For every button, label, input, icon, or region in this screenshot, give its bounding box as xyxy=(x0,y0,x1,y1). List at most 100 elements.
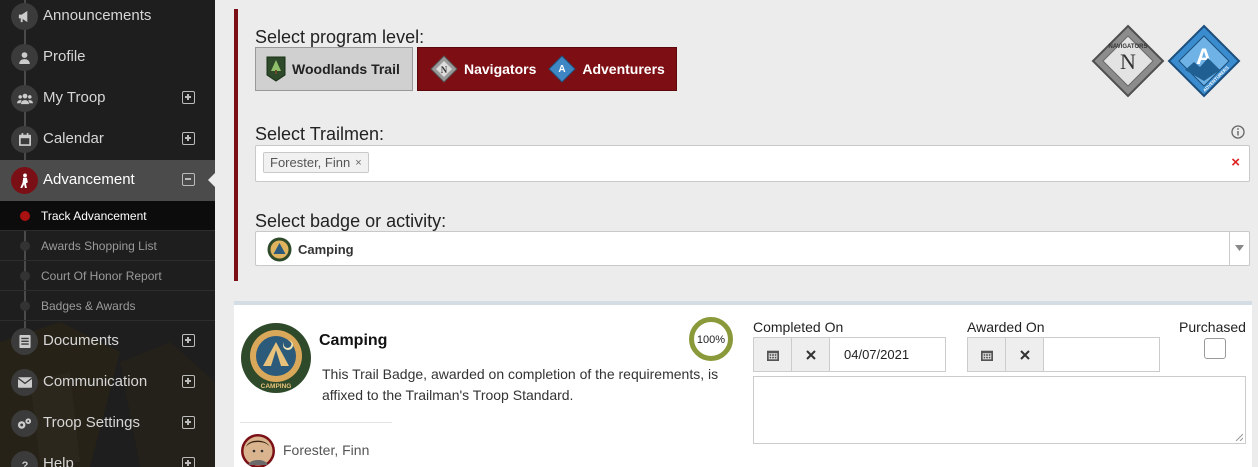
close-icon xyxy=(1019,349,1030,360)
sidebar-item-troop-settings[interactable]: Troop Settings xyxy=(0,403,215,444)
clear-date-button[interactable] xyxy=(792,338,830,371)
svg-text:A: A xyxy=(559,64,566,75)
expand-icon[interactable] xyxy=(182,457,195,467)
awarded-on-label: Awarded On xyxy=(967,319,1045,335)
sidebar-item-label: Calendar xyxy=(43,130,104,147)
resize-handle-icon[interactable] xyxy=(1235,433,1243,441)
remove-tag-icon[interactable]: × xyxy=(355,157,361,169)
badge-select-value: Camping xyxy=(298,242,354,257)
camping-badge-emblem: CAMPING xyxy=(241,323,311,393)
camping-badge-icon xyxy=(267,237,292,262)
completed-on-field: 04/07/2021 xyxy=(753,337,946,372)
expand-icon[interactable] xyxy=(182,334,195,347)
sidebar-item-documents[interactable]: Documents xyxy=(0,321,215,362)
navigators-logo-text: NAVIGATORS xyxy=(1108,44,1147,50)
bullet-icon xyxy=(20,271,30,281)
badge-select-dropdown[interactable]: Camping xyxy=(255,231,1250,266)
purchased-label: Purchased xyxy=(1179,319,1246,335)
sidebar-item-profile[interactable]: Profile xyxy=(0,37,215,78)
adventurers-button[interactable]: A Adventurers xyxy=(548,55,665,83)
progress-ring: 100% xyxy=(689,317,733,361)
woodlands-badge-icon xyxy=(266,56,286,82)
woodlands-trail-label: Woodlands Trail xyxy=(292,61,400,77)
badge-card: CAMPING Camping 100% This Trail Badge, a… xyxy=(234,301,1252,467)
navigators-label: Navigators xyxy=(464,61,537,77)
calendar-icon xyxy=(980,350,993,361)
sidebar-subitem-track-advancement[interactable]: Track Advancement xyxy=(0,201,215,231)
calendar-icon xyxy=(11,126,38,153)
calendar-button[interactable] xyxy=(754,338,792,371)
sidebar-subitem-label: Track Advancement xyxy=(41,209,147,223)
navigators-adventurers-button-group: N Navigators A Adventurers xyxy=(417,47,677,91)
expand-icon[interactable] xyxy=(182,132,195,145)
group-icon xyxy=(11,85,38,112)
sidebar-item-calendar[interactable]: Calendar xyxy=(0,119,215,160)
navigators-button[interactable]: N Navigators xyxy=(430,55,536,83)
svg-text:?: ? xyxy=(21,460,28,467)
sidebar-item-label: My Troop xyxy=(43,89,106,106)
sidebar-item-help[interactable]: ? Help xyxy=(0,444,215,467)
trailmen-multiselect[interactable]: Forester, Finn × × xyxy=(255,145,1250,182)
collapse-icon[interactable] xyxy=(182,173,195,186)
sidebar-item-label: Announcements xyxy=(43,7,152,24)
question-icon: ? xyxy=(11,451,38,467)
trailman-tag: Forester, Finn × xyxy=(263,152,369,173)
purchased-checkbox[interactable] xyxy=(1204,338,1226,359)
calendar-icon xyxy=(766,350,779,361)
bullet-icon xyxy=(20,211,30,221)
sidebar-item-communication[interactable]: Communication xyxy=(0,362,215,403)
sidebar-item-label: Troop Settings xyxy=(43,414,140,431)
completed-on-input[interactable]: 04/07/2021 xyxy=(844,347,909,362)
trailman-tag-label: Forester, Finn xyxy=(270,155,351,170)
sidebar-item-announcements[interactable]: Announcements xyxy=(0,0,215,37)
notes-textarea[interactable] xyxy=(753,376,1246,444)
navigators-logo-letter: N xyxy=(1120,49,1136,74)
gears-icon xyxy=(11,410,38,437)
expand-icon[interactable] xyxy=(182,375,195,388)
sidebar-item-label: Help xyxy=(43,455,74,467)
expand-icon[interactable] xyxy=(182,91,195,104)
adventurers-label: Adventurers xyxy=(582,61,665,77)
program-level-label: Select program level: xyxy=(255,27,425,47)
sidebar-subitem-awards-shopping-list[interactable]: Awards Shopping List xyxy=(0,231,215,261)
svg-text:N: N xyxy=(441,65,448,75)
sidebar-item-my-troop[interactable]: My Troop xyxy=(0,78,215,119)
trailmen-label: Select Trailmen: xyxy=(255,124,385,144)
emblem-text: CAMPING xyxy=(261,383,292,390)
sidebar-item-label: Documents xyxy=(43,332,119,349)
awarded-on-field xyxy=(967,337,1160,372)
progress-text: 100% xyxy=(697,334,725,346)
sidebar-subitem-court-of-honor-report[interactable]: Court Of Honor Report xyxy=(0,261,215,291)
expand-icon[interactable] xyxy=(182,416,195,429)
clear-selection-icon[interactable]: × xyxy=(1231,154,1240,171)
badge-description: This Trail Badge, awarded on completion … xyxy=(322,366,719,403)
bullet-icon xyxy=(20,241,30,251)
sidebar-item-label: Profile xyxy=(43,48,86,65)
hiker-icon xyxy=(11,167,38,194)
sidebar-item-advancement[interactable]: Advancement xyxy=(0,160,215,201)
chevron-down-icon xyxy=(1235,245,1244,251)
badge-title: Camping xyxy=(319,332,388,349)
divider xyxy=(240,422,392,423)
badge-select-label: Select badge or activity: xyxy=(255,211,447,231)
bullet-icon xyxy=(20,301,30,311)
megaphone-icon xyxy=(11,3,38,30)
selection-panel: Select program level: Woodlands Trail N … xyxy=(234,9,1250,281)
sidebar-subitem-badges-awards[interactable]: Badges & Awards xyxy=(0,291,215,321)
member-name: Forester, Finn xyxy=(283,442,370,458)
sidebar-subitem-label: Awards Shopping List xyxy=(41,239,157,253)
dropdown-toggle[interactable] xyxy=(1229,232,1249,265)
avatar xyxy=(241,434,275,467)
woodlands-trail-button[interactable]: Woodlands Trail xyxy=(255,47,413,91)
sidebar-item-label: Advancement xyxy=(43,171,135,188)
sidebar-item-label: Communication xyxy=(43,373,148,390)
active-indicator xyxy=(208,173,215,187)
adventurers-badge-icon: A xyxy=(548,55,577,83)
sidebar: Announcements Profile My Troop Calendar … xyxy=(0,0,215,467)
calendar-button[interactable] xyxy=(968,338,1006,371)
clear-date-button[interactable] xyxy=(1006,338,1044,371)
user-icon xyxy=(11,44,38,71)
adventurers-logo: A ADVENTURERS xyxy=(1167,24,1241,98)
completed-on-label: Completed On xyxy=(753,319,844,335)
info-icon[interactable] xyxy=(1231,125,1245,139)
